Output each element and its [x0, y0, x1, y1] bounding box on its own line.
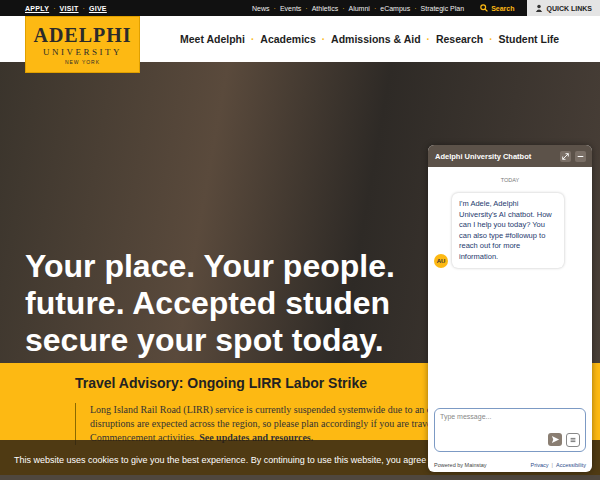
separator: · [305, 5, 307, 12]
page: APPLY · VISIT · GIVE News · Events · Athleti… [0, 0, 600, 480]
main-nav: Meet Adelphi · Academics · Admissions & Ai… [180, 33, 559, 45]
separator: · [414, 5, 416, 12]
separator: · [251, 34, 254, 45]
top-bar: APPLY · VISIT · GIVE News · Events · Athleti… [0, 0, 600, 16]
nav-item[interactable]: Academics [260, 33, 315, 45]
nav-item[interactable]: Research [436, 33, 483, 45]
message-row: AU I'm Adele, Adelphi University's AI ch… [434, 193, 586, 268]
minimize-icon [577, 153, 584, 160]
separator: · [322, 34, 325, 45]
separator: · [489, 34, 492, 45]
top-link[interactable]: VISIT [60, 5, 79, 12]
separator: · [53, 5, 55, 12]
top-link[interactable]: GIVE [89, 5, 107, 12]
nav-item[interactable]: Student Life [499, 33, 560, 45]
day-label: TODAY [434, 177, 586, 183]
quick-links-button[interactable]: QUICK LINKS [527, 0, 600, 16]
nav-item[interactable]: Admissions & Aid [331, 33, 420, 45]
send-icon [551, 435, 560, 444]
chat-header: Adelphi University Chatbot [428, 145, 592, 167]
separator: · [274, 5, 276, 12]
expand-icon [562, 153, 569, 160]
minimize-button[interactable] [575, 151, 586, 162]
header: ADELPHI UNIVERSITY NEW YORK Meet Adelphi… [0, 16, 600, 62]
footer-link[interactable]: Privacy [531, 462, 549, 468]
chat-window: Adelphi University Chatbot TODAY AU I'm … [428, 145, 592, 472]
nav-item[interactable]: Meet Adelphi [180, 33, 245, 45]
utility-link[interactable]: Alumni [348, 5, 369, 12]
top-link[interactable]: APPLY [25, 5, 49, 12]
send-button[interactable] [548, 433, 562, 446]
utility-link[interactable]: Events [280, 5, 301, 12]
message-bubble: I'm Adele, Adelphi University's AI chatb… [452, 193, 564, 268]
logo[interactable]: ADELPHI UNIVERSITY NEW YORK [25, 16, 140, 73]
chat-messages: TODAY AU I'm Adele, Adelphi University's… [428, 167, 592, 408]
separator: · [374, 5, 376, 12]
expand-button[interactable] [560, 151, 571, 162]
separator: · [342, 5, 344, 12]
person-icon [535, 4, 543, 12]
utility-link[interactable]: eCampus [380, 5, 410, 12]
powered-by: Powered by Mainstay [434, 462, 487, 468]
utility-link[interactable]: News [252, 5, 270, 12]
separator: · [427, 34, 430, 45]
menu-button[interactable] [566, 433, 580, 447]
utility-link[interactable]: Athletics [312, 5, 338, 12]
chat-footer: Powered by Mainstay Privacy| Accessibili… [428, 458, 592, 472]
separator: · [83, 5, 85, 12]
search-button[interactable]: Search [468, 4, 522, 12]
search-icon [480, 4, 488, 12]
chat-input[interactable]: Type message... [434, 408, 586, 452]
utility-link[interactable]: Strategic Plan [421, 5, 465, 12]
footer-link[interactable]: Accessibility [556, 462, 586, 468]
bot-avatar: AU [434, 254, 448, 268]
menu-icon [569, 436, 577, 444]
